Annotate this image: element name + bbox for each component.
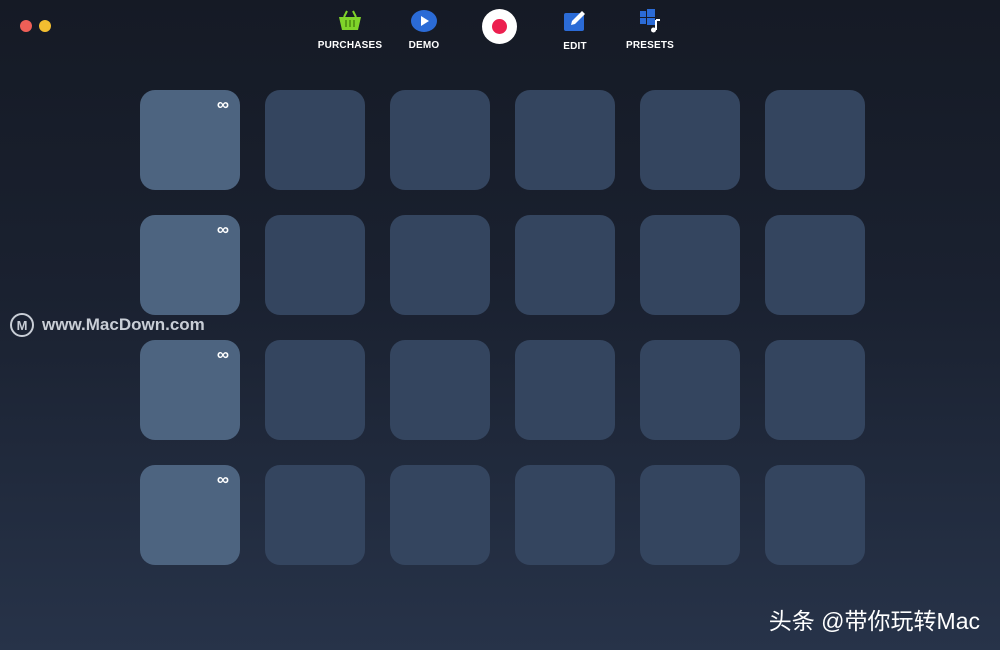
presets-label: PRESETS [626, 40, 674, 51]
pad-r2-c5[interactable] [640, 215, 740, 315]
pad-r3-c4[interactable] [515, 340, 615, 440]
presets-icon [637, 8, 663, 34]
demo-label: DEMO [409, 40, 440, 51]
pad-r1-c1[interactable]: ∞ [140, 90, 240, 190]
macdown-text: www.MacDown.com [42, 315, 205, 335]
pad-r3-c3[interactable] [390, 340, 490, 440]
pad-r4-c3[interactable] [390, 465, 490, 565]
pad-r1-c6[interactable] [765, 90, 865, 190]
pad-r3-c1[interactable]: ∞ [140, 340, 240, 440]
pad-r4-c1[interactable]: ∞ [140, 465, 240, 565]
edit-label: EDIT [563, 41, 587, 52]
pad-r3-c5[interactable] [640, 340, 740, 440]
pad-r3-c6[interactable] [765, 340, 865, 440]
purchases-label: PURCHASES [318, 40, 383, 51]
play-icon [411, 8, 437, 34]
pad-r1-c2[interactable] [265, 90, 365, 190]
pad-r1-c3[interactable] [390, 90, 490, 190]
demo-button[interactable]: DEMO [384, 8, 464, 51]
loop-icon: ∞ [217, 98, 229, 112]
pad-r2-c4[interactable] [515, 215, 615, 315]
pad-r1-c5[interactable] [640, 90, 740, 190]
record-icon [492, 19, 507, 34]
loop-icon: ∞ [217, 348, 229, 362]
pad-r2-c6[interactable] [765, 215, 865, 315]
presets-button[interactable]: PRESETS [610, 8, 690, 51]
minimize-button[interactable] [39, 20, 51, 32]
pad-r3-c2[interactable] [265, 340, 365, 440]
toutiao-watermark: 头条 @带你玩转Mac [769, 602, 980, 636]
pad-r4-c6[interactable] [765, 465, 865, 565]
close-button[interactable] [20, 20, 32, 32]
purchases-button[interactable]: PURCHASES [310, 8, 390, 51]
macdown-watermark: M www.MacDown.com [10, 313, 205, 337]
record-button[interactable] [482, 9, 517, 44]
loop-icon: ∞ [217, 223, 229, 237]
edit-button[interactable]: EDIT [535, 8, 615, 52]
macdown-logo-icon: M [10, 313, 34, 337]
pad-r2-c1[interactable]: ∞ [140, 215, 240, 315]
pad-r2-c3[interactable] [390, 215, 490, 315]
pad-r4-c5[interactable] [640, 465, 740, 565]
basket-icon [337, 8, 363, 34]
pad-r4-c2[interactable] [265, 465, 365, 565]
pad-r1-c4[interactable] [515, 90, 615, 190]
pad-r2-c2[interactable] [265, 215, 365, 315]
pad-r4-c4[interactable] [515, 465, 615, 565]
edit-icon [562, 8, 588, 34]
loop-icon: ∞ [217, 473, 229, 487]
